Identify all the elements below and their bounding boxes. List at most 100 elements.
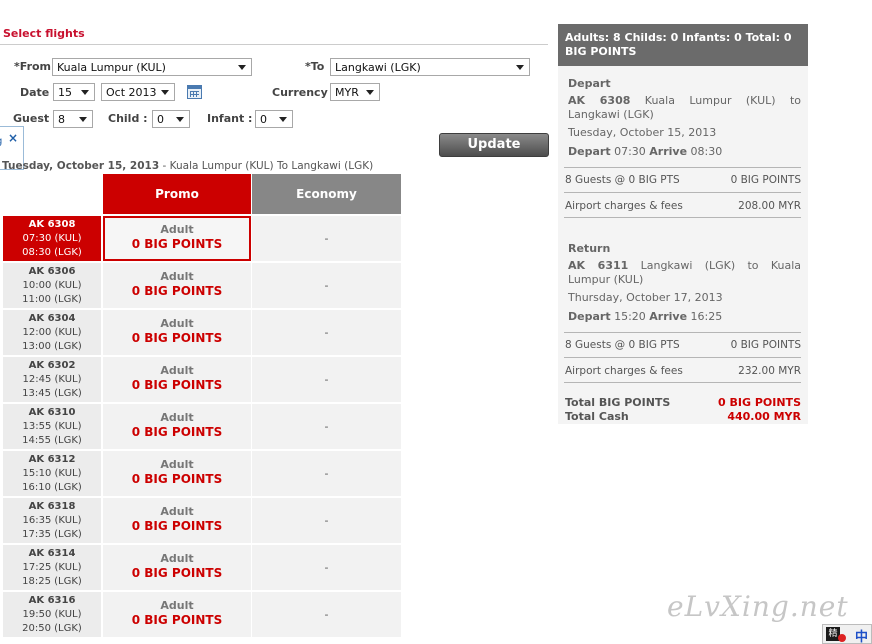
departure-time: 19:50 (KUL) xyxy=(22,609,82,620)
flight-code: AK 6302 xyxy=(28,360,76,371)
chevron-down-icon xyxy=(516,65,524,70)
departure-time: 13:55 (KUL) xyxy=(22,421,82,432)
to-label: *To xyxy=(305,60,325,73)
divider xyxy=(564,167,801,168)
popup-edge-text: g xyxy=(0,136,2,147)
promo-fare-cell[interactable]: Adult 0 BIG POINTS xyxy=(103,310,251,355)
arrival-time: 13:45 (LGK) xyxy=(22,388,82,399)
departure-time: 15:10 (KUL) xyxy=(22,468,82,479)
promo-fare-cell[interactable]: Adult 0 BIG POINTS xyxy=(103,357,251,402)
currency-select[interactable]: MYR xyxy=(330,83,380,101)
chevron-down-icon xyxy=(279,117,287,122)
infant-value: 0 xyxy=(260,113,267,126)
total-cash-label: Total Cash xyxy=(565,410,629,423)
promo-fare-cell[interactable]: Adult 0 BIG POINTS xyxy=(103,404,251,449)
flight-code: AK 6318 xyxy=(28,501,76,512)
flight-info: AK 6304 12:00 (KUL) 13:00 (LGK) xyxy=(3,310,101,355)
ime-language-icon[interactable]: 中 xyxy=(855,626,868,644)
fare-points: 0 BIG POINTS xyxy=(131,472,223,486)
economy-fare-cell: - xyxy=(252,263,401,308)
fare-passenger-type: Adult xyxy=(160,505,194,518)
ime-tray[interactable]: 精 中 xyxy=(822,624,872,644)
return-fees-row: Airport charges & fees 232.00 MYR xyxy=(565,365,801,377)
flight-info: AK 6312 15:10 (KUL) 16:10 (LGK) xyxy=(3,451,101,496)
promo-fare-cell[interactable]: Adult 0 BIG POINTS xyxy=(103,592,251,637)
child-value: 0 xyxy=(157,113,164,126)
fare-points: 0 BIG POINTS xyxy=(131,613,223,627)
depart-guests-row: 8 Guests @ 0 BIG PTS 0 BIG POINTS xyxy=(565,174,801,186)
promo-fare-cell[interactable]: Adult 0 BIG POINTS xyxy=(103,216,251,261)
infant-select[interactable]: 0 xyxy=(255,110,293,128)
arrival-time: 08:30 (LGK) xyxy=(22,247,82,258)
results-date: Tuesday, October 15, 2013 xyxy=(2,160,160,172)
return-route: AK 6311 Langkawi (LGK) to Kuala Lumpur (… xyxy=(568,259,801,287)
section-divider xyxy=(0,44,548,45)
infant-label: Infant : xyxy=(207,112,253,125)
depart-label: Depart xyxy=(568,77,611,90)
watermark: eLvXing.net xyxy=(667,590,849,623)
ime-status-icon xyxy=(838,634,846,642)
guest-select[interactable]: 8 xyxy=(53,110,93,128)
chevron-down-icon xyxy=(238,65,246,70)
flight-info: AK 6310 13:55 (KUL) 14:55 (LGK) xyxy=(3,404,101,449)
select-flights-title: Select flights xyxy=(3,27,85,40)
chevron-down-icon xyxy=(81,90,89,95)
depart-fees-row: Airport charges & fees 208.00 MYR xyxy=(565,200,801,212)
results-date-line: Tuesday, October 15, 2013 - Kuala Lumpur… xyxy=(2,160,373,172)
divider xyxy=(564,357,801,358)
departure-time: 17:25 (KUL) xyxy=(22,562,82,573)
promo-fare-cell[interactable]: Adult 0 BIG POINTS xyxy=(103,263,251,308)
flight-code: AK 6304 xyxy=(28,313,76,324)
arrival-time: 14:55 (LGK) xyxy=(22,435,82,446)
departure-time: 16:35 (KUL) xyxy=(22,515,82,526)
chevron-down-icon xyxy=(366,90,374,95)
date-day-value: 15 xyxy=(58,86,72,99)
flight-info: AK 6308 07:30 (KUL) 08:30 (LGK) xyxy=(3,216,101,261)
depart-flight-code: AK 6308 xyxy=(568,94,631,107)
flight-info: AK 6302 12:45 (KUL) 13:45 (LGK) xyxy=(3,357,101,402)
currency-label: Currency xyxy=(272,86,328,99)
date-month-value: Oct 2013 xyxy=(106,86,157,99)
arrival-time: 18:25 (LGK) xyxy=(22,576,82,587)
booking-summary-panel: Adults: 8 Childs: 0 Infants: 0 Total: 0 … xyxy=(558,24,808,424)
divider xyxy=(564,192,801,193)
calendar-icon[interactable] xyxy=(187,85,202,99)
fare-points: 0 BIG POINTS xyxy=(131,378,223,392)
fare-passenger-type: Adult xyxy=(160,458,194,471)
departure-time: 10:00 (KUL) xyxy=(22,280,82,291)
date-month-select[interactable]: Oct 2013 xyxy=(101,83,175,101)
arrival-time: 11:00 (LGK) xyxy=(22,294,82,305)
return-guests-row: 8 Guests @ 0 BIG PTS 0 BIG POINTS xyxy=(565,339,801,351)
divider xyxy=(564,217,801,218)
currency-value: MYR xyxy=(335,86,359,99)
update-button[interactable]: Update xyxy=(439,133,549,157)
date-day-select[interactable]: 15 xyxy=(53,83,95,101)
date-label: Date xyxy=(20,86,50,99)
close-icon[interactable]: × xyxy=(8,131,18,145)
fare-passenger-type: Adult xyxy=(160,364,194,377)
departure-time: 07:30 (KUL) xyxy=(22,233,82,244)
summary-header: Adults: 8 Childs: 0 Infants: 0 Total: 0 … xyxy=(558,24,808,66)
total-points-value: 0 BIG POINTS xyxy=(718,396,801,409)
return-label: Return xyxy=(568,242,611,255)
fare-passenger-type: Adult xyxy=(160,317,194,330)
chevron-down-icon xyxy=(176,117,184,122)
promo-fare-cell[interactable]: Adult 0 BIG POINTS xyxy=(103,451,251,496)
flight-info: AK 6306 10:00 (KUL) 11:00 (LGK) xyxy=(3,263,101,308)
fare-passenger-type: Adult xyxy=(160,411,194,424)
divider xyxy=(564,332,801,333)
from-select[interactable]: Kuala Lumpur (KUL) xyxy=(52,58,252,76)
promo-fare-cell[interactable]: Adult 0 BIG POINTS xyxy=(103,498,251,543)
departure-time: 12:00 (KUL) xyxy=(22,327,82,338)
economy-fare-cell: - xyxy=(252,545,401,590)
flight-code: AK 6310 xyxy=(28,407,76,418)
economy-fare-cell: - xyxy=(252,592,401,637)
fare-points: 0 BIG POINTS xyxy=(131,519,223,533)
child-select[interactable]: 0 xyxy=(152,110,190,128)
promo-fare-cell[interactable]: Adult 0 BIG POINTS xyxy=(103,545,251,590)
total-points-label: Total BIG POINTS xyxy=(565,396,671,409)
to-select[interactable]: Langkawi (LGK) xyxy=(330,58,530,76)
flight-code: AK 6314 xyxy=(28,548,76,559)
from-value: Kuala Lumpur (KUL) xyxy=(57,61,166,74)
flight-info: AK 6314 17:25 (KUL) 18:25 (LGK) xyxy=(3,545,101,590)
